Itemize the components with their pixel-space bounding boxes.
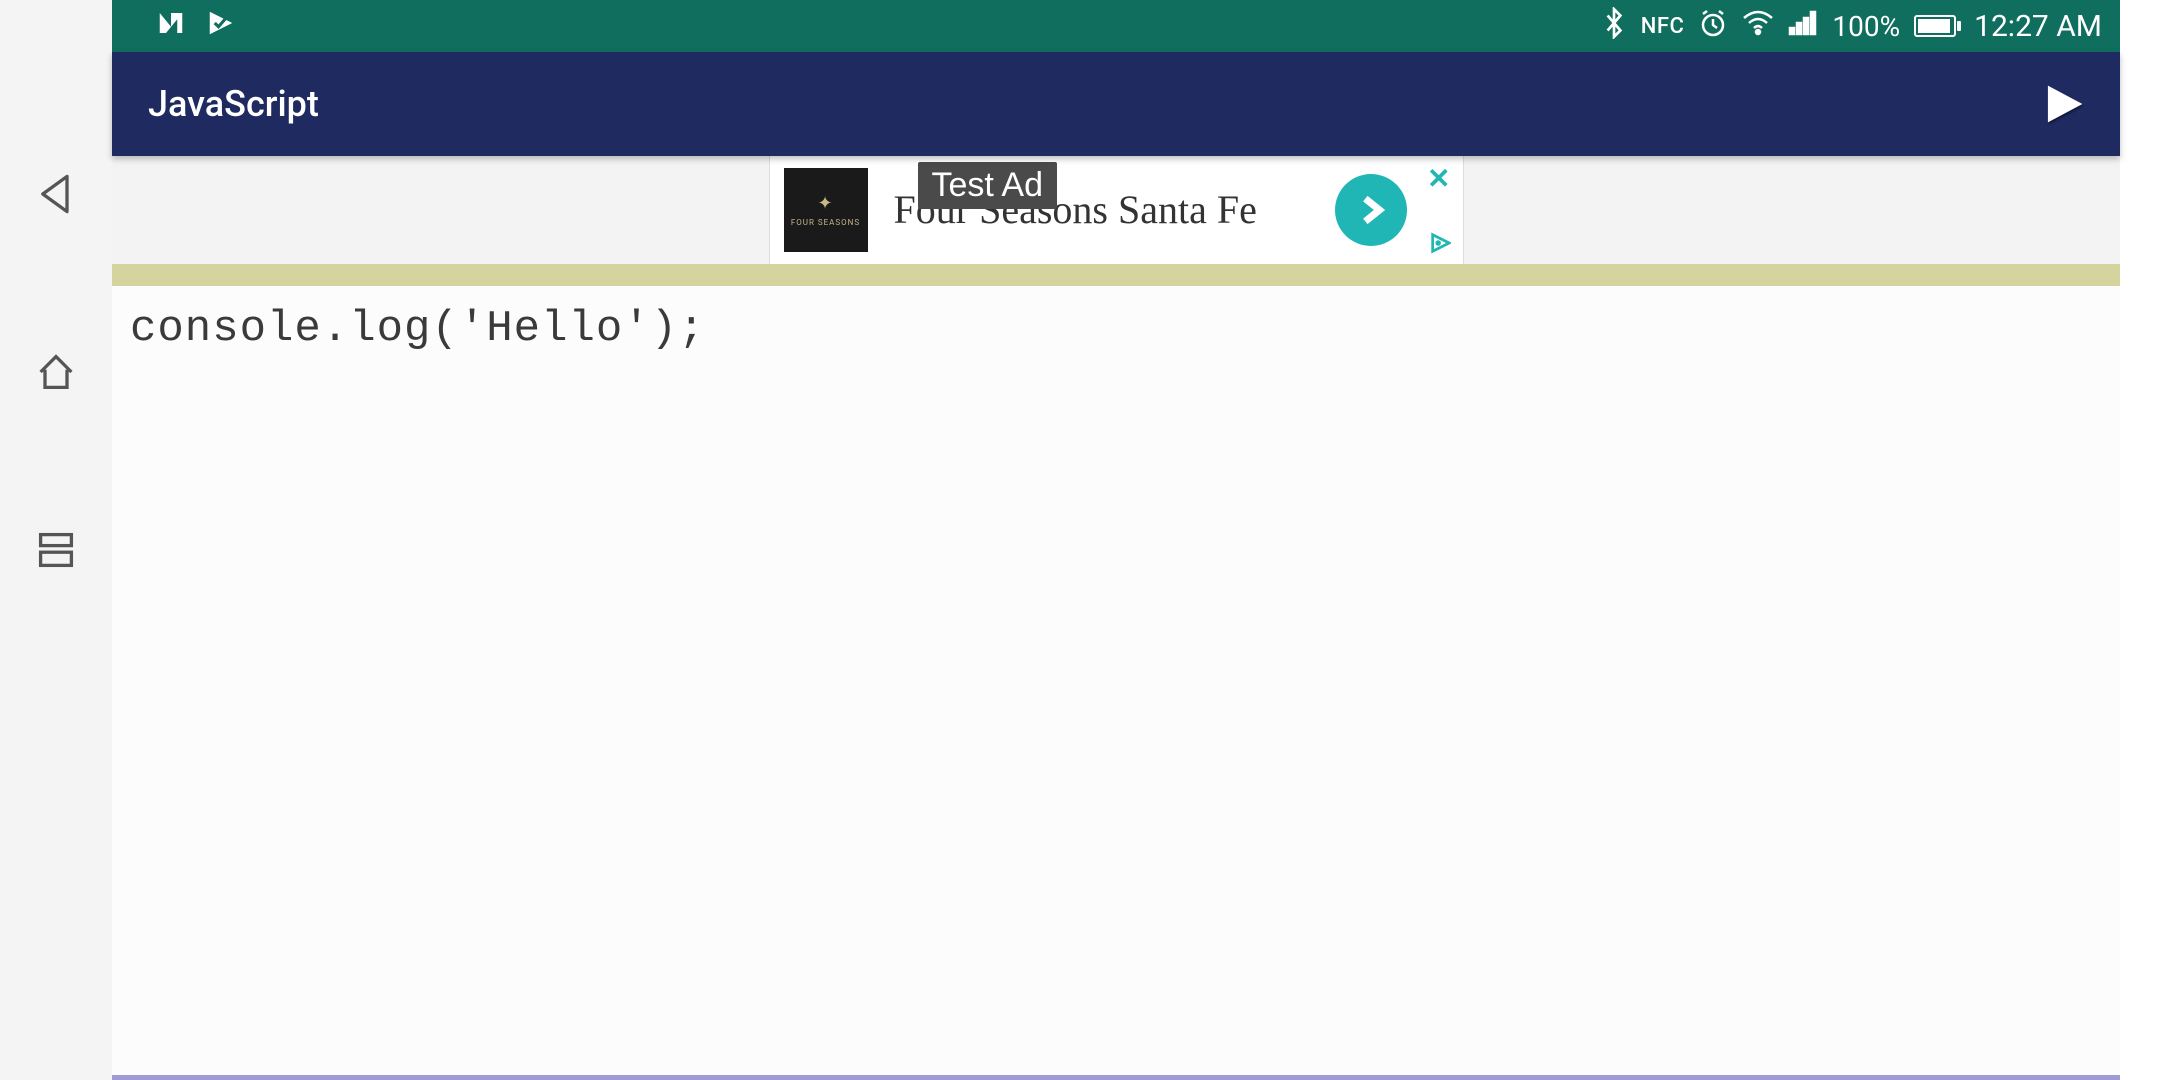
battery-icon: [1914, 15, 1956, 37]
app-title: JavaScript: [148, 83, 319, 125]
status-bar: NFC 100% 12:27 AM: [112, 0, 2120, 52]
run-button[interactable]: [2034, 74, 2094, 134]
battery-percentage: 100%: [1832, 10, 1900, 43]
home-button[interactable]: [32, 348, 80, 396]
ad-banner-row: ✦ FOUR SEASONS Four Seasons Santa Fe Tes…: [112, 156, 2120, 264]
system-nav-bar: [0, 0, 112, 1080]
code-editor[interactable]: console.log('Hello');: [112, 286, 2120, 1075]
editor-focus-underline: [112, 1075, 2120, 1080]
right-margin: [2120, 0, 2160, 1080]
test-ad-badge: Test Ad: [918, 162, 1058, 209]
ad-banner[interactable]: ✦ FOUR SEASONS Four Seasons Santa Fe Tes…: [769, 156, 1464, 264]
app-bar: JavaScript: [112, 52, 2120, 156]
bluetooth-icon: [1601, 7, 1627, 46]
ad-open-button[interactable]: [1335, 174, 1407, 246]
back-button[interactable]: [32, 170, 80, 218]
cellular-signal-icon: [1788, 10, 1818, 43]
adchoices-icon[interactable]: [1429, 232, 1451, 258]
alarm-icon: [1698, 8, 1728, 45]
recents-button[interactable]: [32, 526, 80, 574]
n-notification-icon: [156, 8, 186, 45]
play-checked-icon: [206, 8, 236, 45]
separator-bar: [112, 264, 2120, 286]
ad-close-icon[interactable]: ✕: [1427, 162, 1450, 195]
nfc-icon: NFC: [1641, 14, 1685, 39]
ad-brand-logo: ✦ FOUR SEASONS: [784, 168, 868, 252]
clock-time: 12:27 AM: [1974, 9, 2102, 44]
wifi-icon: [1742, 9, 1774, 44]
